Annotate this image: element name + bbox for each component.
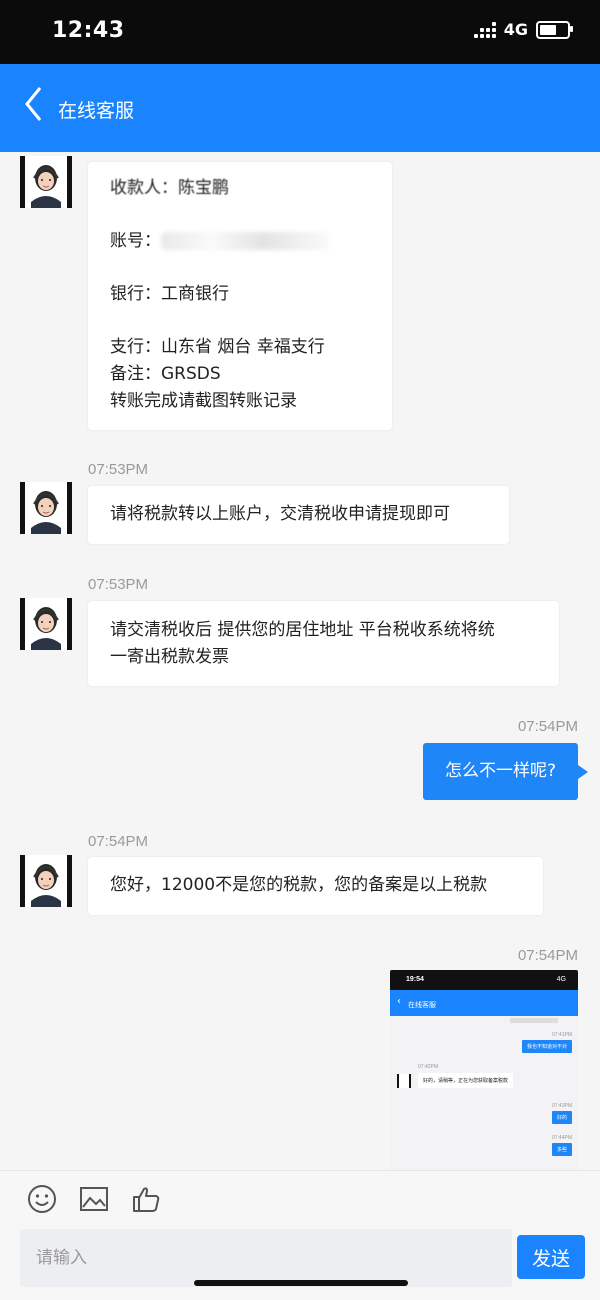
chat-area[interactable]: 收款人：陈宝鹏 账号： 银行：工商银行 支行：山东省 烟台 幸福支行 备注：GR…	[0, 152, 600, 1170]
send-button[interactable]: 发送	[517, 1235, 585, 1279]
message-line: 请交清税收后 提供您的居住地址 平台税收系统将统	[110, 620, 495, 640]
signal-icon	[473, 21, 496, 38]
message-timestamp: 07:54PM	[88, 833, 149, 850]
shot-timestamp: 07:43PM	[551, 1103, 572, 1109]
home-indicator[interactable]	[194, 1280, 408, 1286]
shot-cut-bubble	[510, 1018, 558, 1023]
shot-status-time: 19:54	[406, 976, 424, 983]
account-line: 账号：	[110, 228, 370, 281]
chat-header: 在线客服	[0, 64, 600, 152]
status-indicators: 4G	[473, 20, 573, 39]
agent-avatar[interactable]	[20, 855, 72, 907]
shot-network-label: 4G	[556, 976, 566, 983]
payee-line: 收款人：陈宝鹏	[110, 175, 370, 228]
agent-avatar[interactable]	[20, 156, 72, 208]
bank-line: 银行：工商银行	[110, 284, 229, 304]
image-icon[interactable]	[78, 1183, 110, 1215]
shot-avatar	[397, 1074, 411, 1088]
shot-outgoing-bubble: 好的	[551, 1111, 572, 1124]
page-title: 在线客服	[58, 100, 135, 122]
note-line: 转账完成请截图转账记录	[110, 391, 297, 411]
message-input[interactable]	[20, 1229, 512, 1287]
redacted-account	[161, 232, 331, 250]
status-bar: 12:43 4G	[0, 0, 600, 64]
network-label: 4G	[503, 20, 528, 39]
message-line: 一寄出税款发票	[110, 647, 229, 667]
remark-line: 备注：GRSDS	[110, 364, 221, 384]
message-timestamp: 07:54PM	[517, 718, 578, 735]
message-bubble: 请将税款转以上账户，交清税收申请提现即可	[88, 486, 509, 544]
agent-avatar[interactable]	[20, 482, 72, 534]
message-timestamp: 07:53PM	[88, 461, 149, 478]
shot-incoming-bubble: 好的，请稍等，正在为您获取备案税款	[418, 1073, 514, 1088]
shot-timestamp: 07:42PM	[418, 1064, 439, 1070]
shot-timestamp: 07:44PM	[551, 1135, 572, 1141]
shot-timestamp: 07:41PM	[551, 1032, 572, 1038]
battery-icon	[536, 20, 573, 39]
message-bubble: 请交清税收后 提供您的居住地址 平台税收系统将统 一寄出税款发票	[88, 601, 559, 686]
message-bubble: 您好，12000不是您的税款，您的备案是以上税款	[88, 857, 543, 915]
message-timestamp: 07:53PM	[88, 576, 149, 593]
emoji-icon[interactable]	[26, 1183, 58, 1215]
shot-title: 在线客服	[408, 1001, 436, 1009]
shot-outgoing-bubble: 多些	[551, 1143, 572, 1156]
shot-outgoing-bubble: 我也不知道对不对	[521, 1040, 572, 1053]
screenshot-image[interactable]: 19:54 4G ‹ 在线客服 07:41PM 我也不知道对不对 07:42PM…	[390, 970, 578, 1170]
back-chevron-icon[interactable]	[22, 84, 46, 124]
branch-line: 支行：山东省 烟台 幸福支行	[110, 337, 325, 357]
account-label: 账号：	[110, 231, 161, 251]
agent-avatar[interactable]	[20, 598, 72, 650]
outgoing-bubble: 怎么不一样呢?	[422, 743, 589, 800]
shot-status-bar: 19:54 4G	[390, 970, 578, 990]
account-info-bubble: 收款人：陈宝鹏 账号： 银行：工商银行 支行：山东省 烟台 幸福支行 备注：GR…	[88, 162, 392, 430]
status-time: 12:43	[52, 18, 125, 43]
thumbs-up-icon[interactable]	[130, 1183, 162, 1215]
shot-back-icon: ‹	[397, 996, 401, 1007]
payee-text: 收款人：陈宝鹏	[110, 178, 229, 198]
shot-header: ‹ 在线客服	[390, 990, 578, 1016]
message-timestamp: 07:54PM	[517, 947, 578, 964]
